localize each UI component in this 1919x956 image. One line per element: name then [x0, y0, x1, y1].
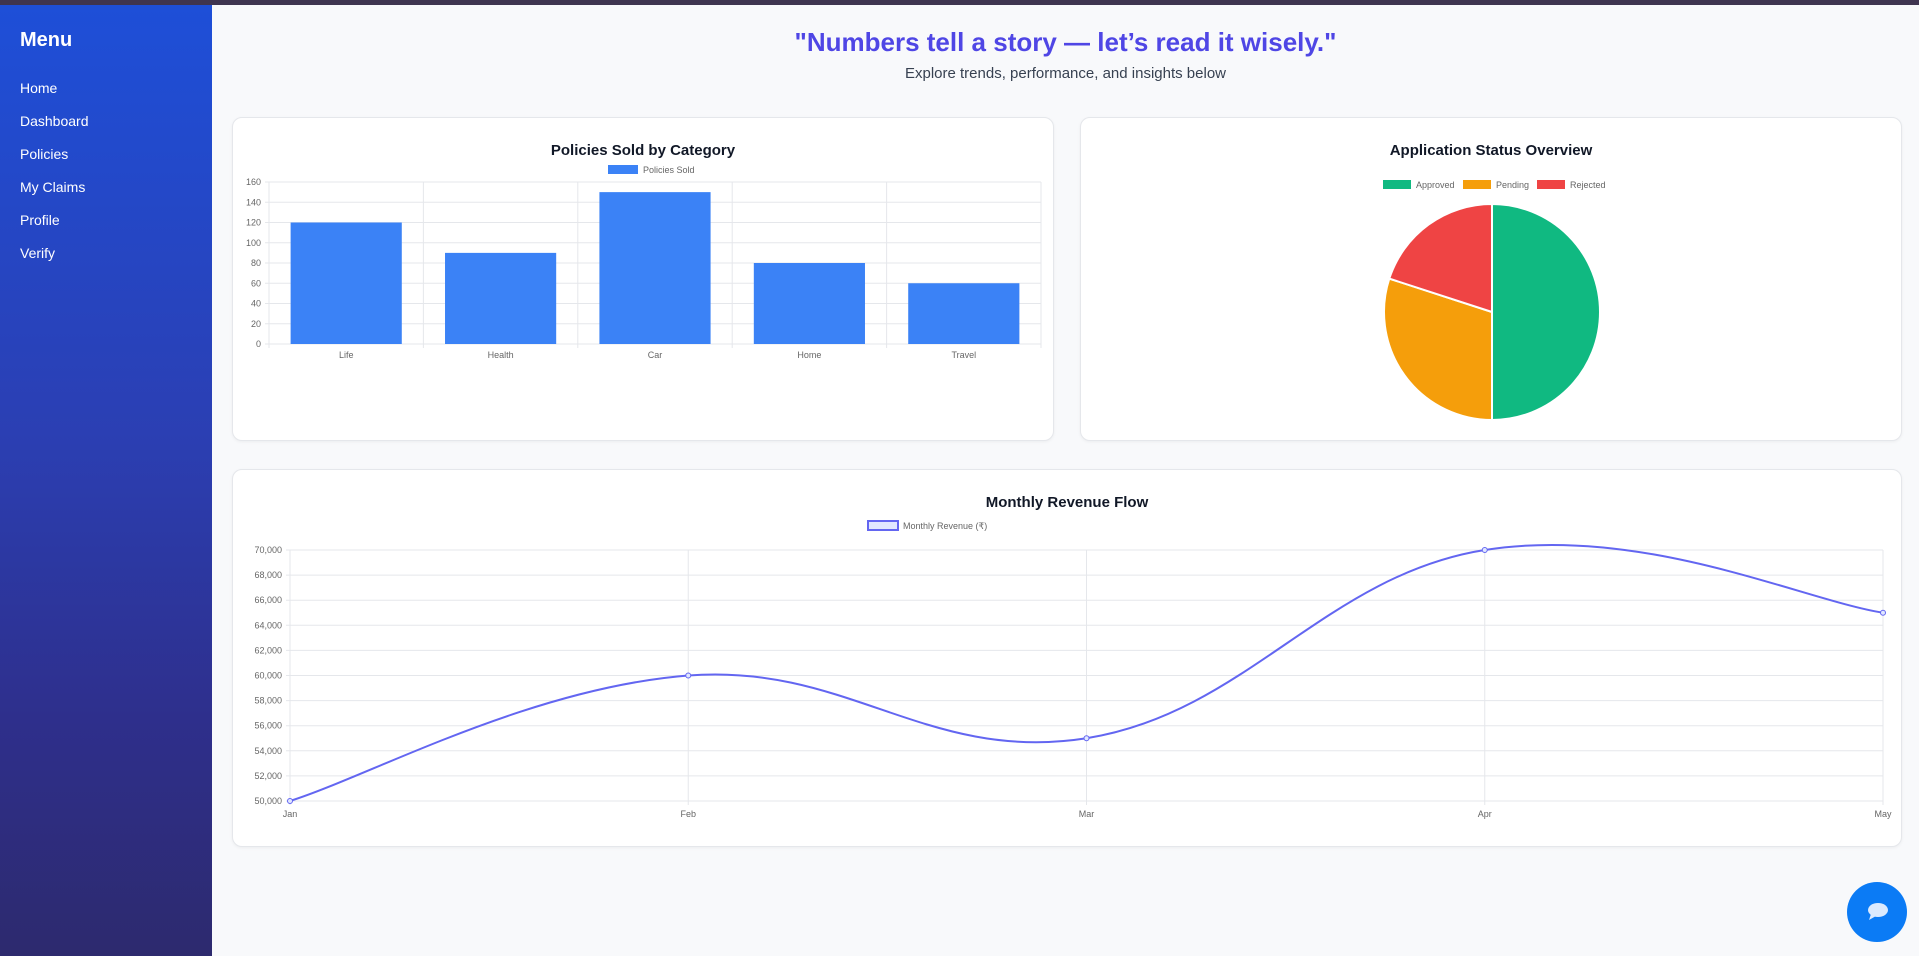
sidebar-item-verify[interactable]: Verify [20, 237, 192, 270]
bar-y-tick-label: 160 [246, 177, 261, 187]
line-legend-label: Monthly Revenue (₹) [903, 521, 987, 531]
line-y-tick-label: 54,000 [254, 746, 282, 756]
line-point [1880, 609, 1886, 616]
line-chart: 50,000 52,000 54,000 56,000 58,000 60,000 62,0… [254, 520, 1892, 819]
bar-y-tick-label: 0 [256, 339, 261, 349]
sidebar-item-my-claims[interactable]: My Claims [20, 171, 192, 204]
main-content: "Numbers tell a story — let’s read it wi… [212, 5, 1919, 956]
pie-legend-swatch [1537, 180, 1565, 189]
line-y-tick-label: 68,000 [254, 570, 282, 580]
chat-bubble-icon [1868, 903, 1888, 920]
line-y-tick-label: 52,000 [254, 771, 282, 781]
line-x-tick-label: Mar [1079, 809, 1095, 819]
line-x-tick-label: Feb [680, 809, 696, 819]
sidebar-item-dashboard[interactable]: Dashboard [20, 105, 192, 138]
line-legend-swatch [867, 520, 899, 531]
pie-chart: Approved Pending Rejected [1383, 180, 1606, 422]
line-point [1481, 547, 1488, 553]
sidebar-item-profile[interactable]: Profile [20, 204, 192, 237]
bar-y-tick-label: 20 [251, 319, 261, 329]
bar-y-tick-label: 60 [251, 278, 261, 288]
line-y-tick-label: 62,000 [254, 645, 282, 655]
pie-legend-label: Rejected [1570, 180, 1606, 190]
line-x-tick-label: Apr [1478, 809, 1492, 819]
bar-x-tick-label: Travel [951, 350, 976, 360]
bar-car [599, 192, 711, 344]
bar-x-tick-label: Car [648, 350, 663, 360]
bar-health [445, 252, 557, 344]
line-y-tick-label: 70,000 [254, 545, 282, 555]
bar-legend-label: Policies Sold [643, 165, 695, 175]
bar-x-tick-label: Life [339, 350, 354, 360]
bar-x-tick-label: Health [488, 350, 514, 360]
pie-chart-card: Application Status Overview Approved Pend… [1080, 117, 1902, 441]
pie-legend-swatch [1383, 180, 1411, 189]
line-point [685, 672, 692, 679]
bar-y-tick-label: 120 [246, 218, 261, 228]
bar-y-tick-label: 100 [246, 238, 261, 248]
line-point [1083, 735, 1090, 742]
bar-y-tick-label: 140 [246, 197, 261, 207]
sidebar-item-policies[interactable]: Policies [20, 138, 192, 171]
pie-legend-label: Pending [1496, 180, 1529, 190]
page-subtitle: Explore trends, performance, and insight… [904, 65, 1226, 82]
line-y-tick-label: 50,000 [254, 796, 282, 806]
bar-travel [908, 283, 1020, 344]
line-y-tick-label: 56,000 [254, 721, 282, 731]
sidebar-title: Menu [20, 29, 73, 51]
bar-chart: 0 20 40 60 80 100 120 140 160 Life Health Car Home Tr… [246, 165, 1042, 360]
line-x-tick-label: May [1874, 809, 1892, 819]
bar-home [753, 263, 865, 344]
pie-slice-approved [1491, 202, 1601, 422]
line-y-tick-label: 60,000 [254, 671, 282, 681]
sidebar-item-home[interactable]: Home [20, 72, 192, 105]
line-chart-card: Monthly Revenue Flow 50,000 52,000 54,000 5… [232, 469, 1902, 847]
line-y-tick-label: 58,000 [254, 696, 282, 706]
chat-button[interactable] [1847, 882, 1907, 942]
page-quote: "Numbers tell a story — let’s read it wi… [794, 27, 1337, 57]
bar-y-tick-label: 80 [251, 258, 261, 268]
bar-x-tick-label: Home [797, 350, 821, 360]
sidebar: Menu Home Dashboard Policies My Claims P… [0, 5, 212, 956]
pie-legend-label: Approved [1416, 180, 1455, 190]
pie-legend-swatch [1463, 180, 1491, 189]
bar-legend-swatch [608, 165, 638, 174]
line-point [287, 798, 293, 804]
line-y-tick-label: 66,000 [254, 595, 282, 605]
bar-life [290, 222, 402, 344]
line-x-tick-label: Jan [283, 809, 298, 819]
bar-y-tick-label: 40 [251, 299, 261, 309]
line-y-tick-label: 64,000 [254, 620, 282, 630]
bar-chart-card: Policies Sold by Category 0 20 40 60 80 100 12… [232, 117, 1054, 441]
